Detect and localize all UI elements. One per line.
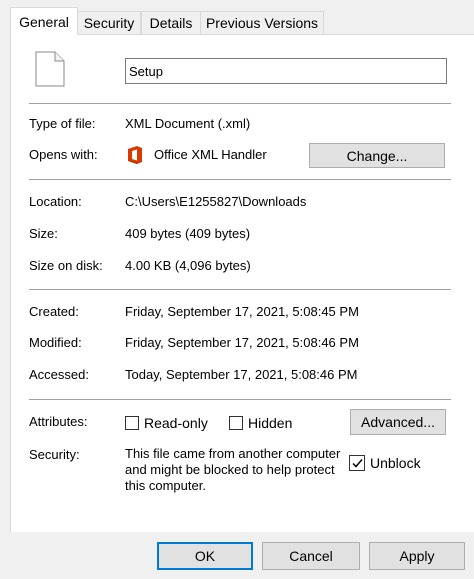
ok-button-label: OK — [194, 548, 216, 564]
office-icon — [125, 145, 145, 168]
unblock-checkbox-box[interactable] — [349, 455, 365, 471]
tab-general-label: General — [19, 13, 69, 30]
cancel-button[interactable]: Cancel — [262, 542, 360, 570]
size-on-disk-value: 4.00 KB (4,096 bytes) — [125, 258, 251, 273]
tab-security-label: Security — [83, 15, 135, 31]
opens-with-label: Opens with: — [29, 147, 98, 162]
accessed-label: Accessed: — [29, 367, 89, 382]
checkmark-icon — [351, 458, 363, 468]
change-button-label: Change... — [346, 147, 408, 164]
tab-strip: General Security Details Previous Versio… — [0, 0, 474, 35]
tab-previous-versions[interactable]: Previous Versions — [200, 11, 324, 34]
read-only-checkbox[interactable]: Read-only — [125, 415, 208, 431]
read-only-checkbox-box[interactable] — [125, 416, 139, 430]
separator — [29, 103, 451, 104]
hidden-checkbox[interactable]: Hidden — [229, 415, 292, 431]
opens-with-value: Office XML Handler — [154, 147, 267, 162]
security-message: This file came from another computer and… — [125, 446, 341, 493]
document-icon — [35, 51, 65, 90]
size-label: Size: — [29, 226, 58, 241]
separator — [29, 179, 451, 180]
created-label: Created: — [29, 304, 79, 319]
tab-details-label: Details — [149, 15, 193, 31]
unblock-checkbox[interactable]: Unblock — [349, 455, 421, 471]
modified-label: Modified: — [29, 335, 82, 350]
file-name-value: Setup — [129, 63, 163, 79]
advanced-button-label: Advanced... — [361, 414, 435, 430]
modified-value: Friday, September 17, 2021, 5:08:46 PM — [125, 335, 359, 350]
security-label: Security: — [29, 447, 80, 462]
cancel-button-label: Cancel — [289, 548, 333, 564]
hidden-label: Hidden — [248, 415, 293, 431]
read-only-label: Read-only — [144, 415, 208, 431]
hidden-checkbox-box[interactable] — [229, 416, 243, 430]
apply-button-label: Apply — [399, 548, 435, 564]
unblock-label: Unblock — [370, 455, 421, 471]
attributes-label: Attributes: — [29, 414, 88, 429]
file-name-input[interactable]: Setup — [125, 58, 447, 84]
general-panel: Setup Type of file: XML Document (.xml) … — [10, 34, 474, 532]
tab-previous-versions-label: Previous Versions — [205, 15, 319, 31]
created-value: Friday, September 17, 2021, 5:08:45 PM — [125, 304, 359, 319]
change-button[interactable]: Change... — [309, 143, 445, 168]
tab-general[interactable]: General — [10, 7, 78, 35]
separator — [29, 399, 451, 400]
type-of-file-label: Type of file: — [29, 116, 96, 131]
tab-details[interactable]: Details — [141, 11, 201, 34]
type-of-file-value: XML Document (.xml) — [125, 116, 251, 131]
size-on-disk-label: Size on disk: — [29, 258, 103, 273]
separator — [29, 289, 451, 290]
advanced-button[interactable]: Advanced... — [350, 409, 446, 435]
size-value: 409 bytes (409 bytes) — [125, 226, 251, 241]
apply-button[interactable]: Apply — [369, 542, 465, 570]
accessed-value: Today, September 17, 2021, 5:08:46 PM — [125, 367, 358, 382]
ok-button[interactable]: OK — [157, 542, 253, 570]
tab-security[interactable]: Security — [77, 11, 141, 34]
location-label: Location: — [29, 194, 82, 209]
location-value: C:\Users\E1255827\Downloads — [125, 194, 307, 209]
